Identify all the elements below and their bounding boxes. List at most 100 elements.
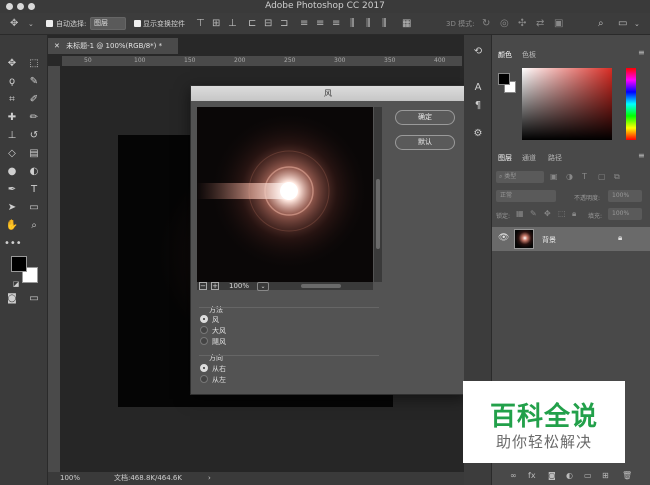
paragraph-panel-icon[interactable]: ¶ xyxy=(470,99,486,113)
hue-slider[interactable] xyxy=(626,68,636,140)
blend-mode-dropdown[interactable]: 正常 xyxy=(496,190,556,202)
clone-stamp-tool-icon[interactable]: ⊥ xyxy=(4,129,20,143)
workspace-icon[interactable]: ▭ xyxy=(618,18,627,30)
method-radio-stagger[interactable] xyxy=(200,337,208,345)
lock-all-icon[interactable]: 🔒︎ xyxy=(572,209,576,219)
distribute-bottom-icon[interactable]: ≡ xyxy=(332,18,340,30)
blur-tool-icon[interactable]: ● xyxy=(4,165,20,179)
method-radio-wind[interactable] xyxy=(200,315,208,323)
character-panel-icon[interactable]: A xyxy=(470,81,486,95)
lock-position-icon[interactable]: ✥ xyxy=(544,209,551,218)
quick-select-tool-icon[interactable]: ✎ xyxy=(26,75,42,89)
history-brush-tool-icon[interactable]: ↺ xyxy=(26,129,42,143)
marquee-tool-icon[interactable]: ⬚ xyxy=(26,57,42,71)
chevron-down-icon[interactable]: ⌄ xyxy=(28,18,34,30)
zoom-level[interactable]: 100% xyxy=(60,472,80,485)
zoom-out-icon[interactable]: − xyxy=(199,282,207,290)
direction-radio-right[interactable] xyxy=(200,364,208,372)
shape-tool-icon[interactable]: ▭ xyxy=(26,201,42,215)
lock-transparency-icon[interactable]: ▦ xyxy=(516,209,524,218)
move-tool-icon[interactable]: ✥ xyxy=(4,57,20,71)
auto-select-checkbox[interactable] xyxy=(46,20,53,27)
3d-pan-icon[interactable]: ✣ xyxy=(518,18,526,30)
layer-row[interactable]: 👁︎ 背景 🔒︎ xyxy=(492,227,650,251)
3d-scale-icon[interactable]: ▣ xyxy=(554,18,563,30)
color-picker-field[interactable] xyxy=(522,68,612,140)
path-select-tool-icon[interactable]: ➤ xyxy=(4,201,20,215)
new-group-icon[interactable]: ▭ xyxy=(584,471,592,480)
distribute-right-icon[interactable]: ⫼ xyxy=(382,18,387,30)
layer-filter-dropdown[interactable]: ⌕ 类型 xyxy=(496,171,544,183)
color-panel-fg-swatch[interactable] xyxy=(498,73,510,85)
align-vcenter-icon[interactable]: ⊞ xyxy=(212,18,220,30)
ok-button[interactable]: 确定 xyxy=(395,110,455,125)
auto-align-icon[interactable]: ▦ xyxy=(402,18,411,30)
distribute-top-icon[interactable]: ≡ xyxy=(300,18,308,30)
distribute-vcenter-icon[interactable]: ≡ xyxy=(316,18,324,30)
align-left-icon[interactable]: ⊏ xyxy=(248,18,256,30)
quick-mask-icon[interactable]: ◙ xyxy=(4,292,20,306)
3d-roll-icon[interactable]: ◎ xyxy=(500,18,509,30)
foreground-color-swatch[interactable] xyxy=(11,256,27,272)
preview-scrollbar-v[interactable] xyxy=(374,107,382,282)
preview-scrollbar-h[interactable] xyxy=(197,282,373,290)
close-tab-icon[interactable]: ✕ xyxy=(54,42,60,50)
lasso-tool-icon[interactable]: ϙ xyxy=(4,75,20,89)
workspace-chevron-icon[interactable]: ⌄ xyxy=(634,18,640,30)
type-tool-icon[interactable]: T xyxy=(26,183,42,197)
default-button[interactable]: 默认 xyxy=(395,135,455,150)
align-bottom-icon[interactable]: ⊥ xyxy=(228,18,237,30)
tab-paths[interactable]: 路径 xyxy=(548,153,562,163)
tab-color[interactable]: 颜色 xyxy=(498,50,512,60)
3d-slide-icon[interactable]: ⇄ xyxy=(536,18,544,30)
new-layer-icon[interactable]: ⊞ xyxy=(602,471,609,480)
document-tab[interactable]: ✕ 未标题-1 @ 100%(RGB/8*) * xyxy=(48,38,178,54)
color-panel-menu-icon[interactable]: ≡ xyxy=(638,48,645,57)
crop-tool-icon[interactable]: ⌗ xyxy=(4,93,20,107)
hand-tool-icon[interactable]: ✋ xyxy=(4,219,20,233)
zoom-in-icon[interactable]: + xyxy=(211,282,219,290)
status-chevron-icon[interactable]: › xyxy=(208,472,211,485)
eraser-tool-icon[interactable]: ◇ xyxy=(4,147,20,161)
pen-tool-icon[interactable]: ✒ xyxy=(4,183,20,197)
minimize-window-button[interactable] xyxy=(17,3,24,10)
layers-panel-menu-icon[interactable]: ≡ xyxy=(638,151,645,160)
default-colors-icon[interactable]: ◪ xyxy=(8,277,24,291)
filter-smart-icon[interactable]: ⧉ xyxy=(614,172,620,182)
filter-preview[interactable] xyxy=(197,107,373,282)
filter-adjust-icon[interactable]: ◑ xyxy=(566,172,573,181)
filter-shape-icon[interactable]: ▢ xyxy=(598,172,606,181)
distribute-left-icon[interactable]: ⫼ xyxy=(350,18,355,30)
search-icon[interactable]: ⌕ xyxy=(598,18,604,30)
opacity-field[interactable]: 100% xyxy=(608,190,642,202)
filter-pixel-icon[interactable]: ▣ xyxy=(550,172,558,181)
eyedropper-tool-icon[interactable]: ✐ xyxy=(26,93,42,107)
more-tools-icon[interactable]: ••• xyxy=(4,237,22,251)
lock-pixels-icon[interactable]: ✎ xyxy=(530,209,537,218)
link-layers-icon[interactable]: ∞ xyxy=(510,471,517,480)
adjustment-layer-icon[interactable]: ◐ xyxy=(566,471,573,480)
align-hcenter-icon[interactable]: ⊟ xyxy=(264,18,272,30)
zoom-tool-icon[interactable]: ⌕ xyxy=(26,219,42,233)
tab-swatches[interactable]: 色板 xyxy=(522,50,536,60)
layer-style-icon[interactable]: fx xyxy=(528,471,536,480)
brush-tool-icon[interactable]: ✏ xyxy=(26,111,42,125)
zoom-window-button[interactable] xyxy=(28,3,35,10)
distribute-hcenter-icon[interactable]: ⫼ xyxy=(366,18,371,30)
show-transform-checkbox[interactable] xyxy=(134,20,141,27)
dodge-tool-icon[interactable]: ◐ xyxy=(26,165,42,179)
screen-mode-icon[interactable]: ▭ xyxy=(26,292,42,306)
fill-field[interactable]: 100% xyxy=(608,208,642,220)
lock-artboard-icon[interactable]: ⬚ xyxy=(558,209,566,218)
auto-select-dropdown[interactable]: 图层 xyxy=(90,17,126,30)
move-tool-icon[interactable]: ✥ xyxy=(10,18,18,30)
tab-layers[interactable]: 图层 xyxy=(498,153,512,163)
method-radio-blast[interactable] xyxy=(200,326,208,334)
properties-panel-icon[interactable]: ⚙ xyxy=(470,127,486,141)
gradient-tool-icon[interactable]: ▤ xyxy=(26,147,42,161)
zoom-dropdown-icon[interactable]: ⌄ xyxy=(257,282,269,291)
delete-layer-icon[interactable]: 🗑︎ xyxy=(622,471,632,480)
3d-orbit-icon[interactable]: ↻ xyxy=(482,18,490,30)
healing-brush-tool-icon[interactable]: ✚ xyxy=(4,111,20,125)
add-mask-icon[interactable]: ◙ xyxy=(548,471,556,480)
